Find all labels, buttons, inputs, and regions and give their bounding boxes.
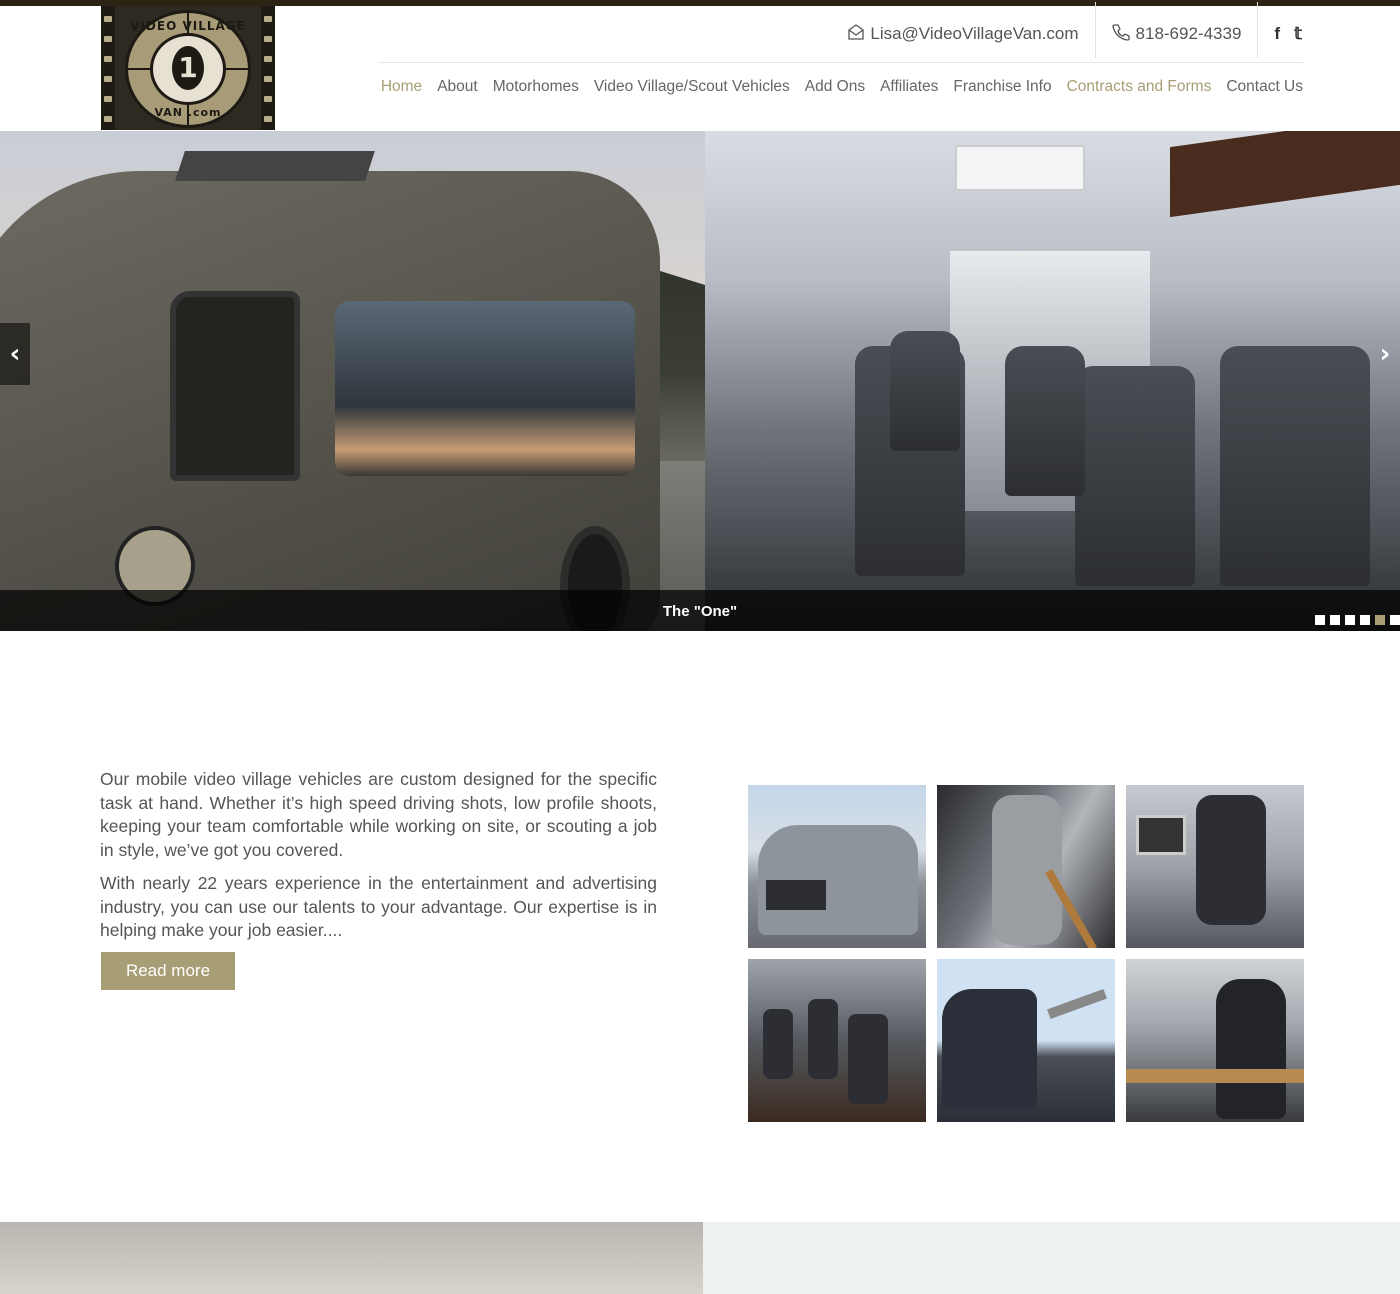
photo-seat: [1216, 979, 1286, 1119]
phone-number[interactable]: 818-692-4339: [1136, 24, 1242, 44]
photo-gallery: [748, 785, 1304, 1122]
slider-dot[interactable]: [1360, 615, 1370, 625]
nav-video-village-scout-vehicles[interactable]: Video Village/Scout Vehicles: [594, 78, 790, 96]
logo-number: 1: [172, 46, 204, 90]
van-exterior-photo: [0, 131, 705, 631]
photo-crane: [1047, 989, 1107, 1019]
logo-bottom-text: VAN .com: [154, 106, 222, 119]
phone-icon: [1111, 23, 1130, 46]
slider-pagination: [1315, 615, 1400, 625]
email-link[interactable]: Lisa@VideoVillageVan.com: [870, 24, 1078, 44]
twitter-icon[interactable]: 𝕥: [1294, 24, 1302, 44]
photo-seat: [1220, 346, 1370, 586]
nav-franchise-info[interactable]: Franchise Info: [953, 78, 1051, 96]
film-hole: [104, 76, 112, 82]
gallery-thumb-seat-rows[interactable]: [748, 959, 926, 1122]
film-hole: [104, 56, 112, 62]
logo-dial: 1 VIDEO VILLAGE VAN .com: [125, 10, 251, 128]
photo-seat: [1005, 346, 1085, 496]
photo-wood-panel: [1170, 131, 1400, 218]
hero-slider[interactable]: ‹ › The "One": [0, 131, 1400, 631]
film-hole: [104, 116, 112, 122]
nav-add-ons[interactable]: Add Ons: [805, 78, 865, 96]
facebook-icon[interactable]: f: [1274, 24, 1280, 44]
photo-van-door-window: [170, 291, 300, 481]
email-contact[interactable]: Lisa@VideoVillageVan.com: [832, 23, 1094, 45]
photo-seat: [848, 1014, 888, 1104]
photo-seat: [808, 999, 838, 1079]
photo-laptop: [1136, 815, 1186, 855]
bottom-section-panel: [703, 1222, 1400, 1294]
gallery-thumb-van-on-set[interactable]: [937, 959, 1115, 1122]
intro-paragraph-1: Our mobile video village vehicles are cu…: [100, 769, 657, 860]
slider-dot-active[interactable]: [1375, 615, 1385, 625]
header-divider: [379, 62, 1303, 63]
envelope-icon: [848, 23, 865, 45]
film-strip-right: [261, 6, 275, 130]
film-hole: [264, 36, 272, 42]
site-logo[interactable]: 1 VIDEO VILLAGE VAN .com: [101, 6, 275, 130]
photo-ceiling-ac-unit: [955, 145, 1085, 191]
logo-top-text: VIDEO VILLAGE: [130, 19, 246, 33]
film-hole: [104, 16, 112, 22]
intro-text: Our mobile video village vehicles are cu…: [100, 768, 657, 953]
social-links: f 𝕥: [1258, 24, 1302, 44]
bottom-section-photo: [0, 1222, 703, 1294]
film-hole: [264, 116, 272, 122]
phone-contact[interactable]: 818-692-4339: [1096, 23, 1258, 46]
main-navigation: Home About Motorhomes Video Village/Scou…: [381, 78, 1303, 96]
slider-prev-button[interactable]: ‹: [0, 323, 30, 385]
nav-affiliates[interactable]: Affiliates: [880, 78, 938, 96]
photo-seat: [763, 1009, 793, 1079]
film-hole: [264, 16, 272, 22]
photo-van-side-window: [335, 301, 635, 476]
photo-seat: [1075, 366, 1195, 586]
photo-van: [942, 989, 1037, 1109]
film-hole: [264, 56, 272, 62]
slider-dot[interactable]: [1390, 615, 1400, 625]
film-hole: [104, 36, 112, 42]
nav-about[interactable]: About: [437, 78, 478, 96]
film-hole: [264, 76, 272, 82]
nav-motorhomes[interactable]: Motorhomes: [493, 78, 579, 96]
intro-paragraph-2: With nearly 22 years experience in the e…: [100, 873, 657, 940]
slider-dot[interactable]: [1345, 615, 1355, 625]
gallery-thumb-van-front[interactable]: [748, 785, 926, 948]
nav-contracts-and-forms[interactable]: Contracts and Forms: [1067, 78, 1212, 96]
photo-van-grille: [766, 880, 826, 910]
gallery-thumb-laptop-desk[interactable]: [1126, 785, 1304, 948]
photo-wood-counter: [1126, 1069, 1304, 1083]
slider-next-button[interactable]: ›: [1370, 323, 1400, 385]
film-hole: [104, 96, 112, 102]
slider-caption: The "One": [662, 603, 738, 620]
photo-seat: [890, 331, 960, 451]
photo-roof-antenna: [175, 151, 375, 181]
van-interior-photo: [705, 131, 1400, 631]
nav-home[interactable]: Home: [381, 78, 422, 96]
film-strip-left: [101, 6, 115, 130]
film-hole: [264, 96, 272, 102]
header-contacts: Lisa@VideoVillageVan.com 818-692-4339 f …: [832, 2, 1302, 58]
read-more-button[interactable]: Read more: [101, 952, 235, 990]
gallery-thumb-seat-detail[interactable]: [937, 785, 1115, 948]
gallery-thumb-interior-seat[interactable]: [1126, 959, 1304, 1122]
photo-seat: [1196, 795, 1266, 925]
slider-dot[interactable]: [1315, 615, 1325, 625]
nav-contact-us[interactable]: Contact Us: [1226, 78, 1303, 96]
slider-dot[interactable]: [1330, 615, 1340, 625]
